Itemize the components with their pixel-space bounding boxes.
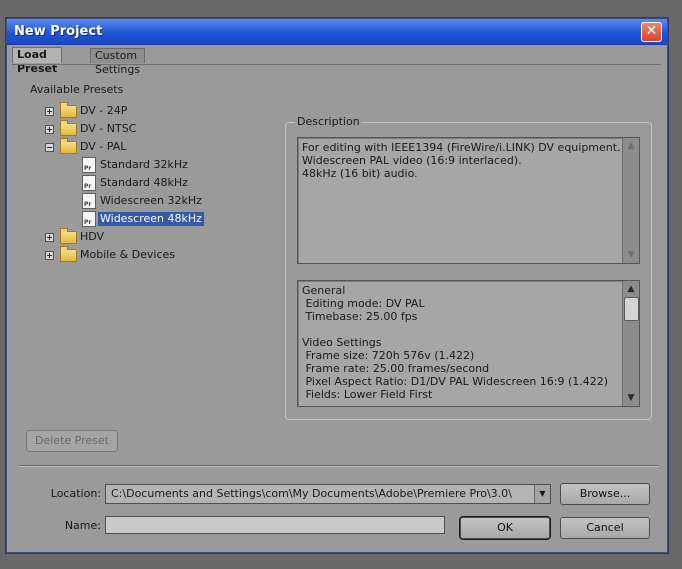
description-scrollbar[interactable]: ▲ ▼: [622, 138, 639, 263]
folder-icon: [60, 120, 77, 136]
expand-icon[interactable]: +: [45, 125, 54, 134]
available-presets-heading: Available Presets: [30, 83, 124, 96]
tree-item-label: DV - PAL: [80, 140, 127, 153]
preset-file-icon: Pr: [82, 211, 96, 227]
settings-scrollbar[interactable]: ▲ ▼: [622, 281, 639, 406]
location-value: C:\Documents and Settings\com\My Documen…: [111, 487, 512, 500]
location-dropdown[interactable]: C:\Documents and Settings\com\My Documen…: [105, 484, 551, 504]
settings-summary-textbox[interactable]: General Editing mode: DV PAL Timebase: 2…: [297, 280, 640, 407]
tree-item-label: Standard 48kHz: [100, 176, 188, 189]
preset-file-icon: Pr: [82, 175, 96, 191]
tree-item-label: Standard 32kHz: [100, 158, 188, 171]
folder-icon: [60, 102, 77, 118]
description-heading: Description: [295, 115, 362, 128]
folder-icon: [60, 138, 77, 154]
chevron-down-icon[interactable]: ▼: [534, 485, 550, 503]
description-textbox[interactable]: For editing with IEEE1394 (FireWire/i.LI…: [297, 137, 640, 264]
preset-file-icon: Pr: [82, 157, 96, 173]
tab-custom-settings[interactable]: Custom Settings: [90, 48, 146, 76]
description-group: Description For editing with IEEE1394 (F…: [285, 115, 652, 420]
title-bar[interactable]: New Project ✕: [7, 19, 667, 45]
tree-item-label: Widescreen 32kHz: [100, 194, 202, 207]
expand-icon[interactable]: +: [45, 233, 54, 242]
name-label: Name:: [64, 519, 101, 532]
scroll-up-icon[interactable]: ▲: [623, 281, 639, 297]
ok-button[interactable]: OK: [460, 517, 550, 539]
tree-item-label-selected: Widescreen 48kHz: [98, 212, 204, 226]
tab-load-preset[interactable]: Load Preset: [12, 47, 63, 75]
cancel-button[interactable]: Cancel: [560, 517, 650, 539]
tree-item-label: DV - 24P: [80, 104, 128, 117]
close-icon[interactable]: ✕: [641, 22, 662, 42]
browse-button[interactable]: Browse...: [560, 483, 650, 505]
dialog-title: New Project: [14, 24, 103, 39]
settings-summary-text: General Editing mode: DV PAL Timebase: 2…: [302, 284, 609, 401]
description-text: For editing with IEEE1394 (FireWire/i.LI…: [302, 141, 621, 180]
tree-item-label: DV - NTSC: [80, 122, 137, 135]
scroll-thumb[interactable]: [624, 297, 639, 321]
preset-file-icon: Pr: [82, 193, 96, 209]
scroll-down-icon[interactable]: ▼: [623, 390, 639, 406]
scroll-down-icon[interactable]: ▼: [623, 247, 639, 263]
expand-icon[interactable]: +: [45, 251, 54, 260]
expand-icon[interactable]: +: [45, 107, 54, 116]
name-input[interactable]: [105, 516, 445, 534]
divider: [19, 465, 659, 467]
scroll-up-icon[interactable]: ▲: [623, 138, 639, 154]
tree-item-label: HDV: [80, 230, 105, 243]
collapse-icon[interactable]: −: [45, 143, 54, 152]
folder-icon: [60, 246, 77, 262]
tree-item-label: Mobile & Devices: [80, 248, 176, 261]
load-preset-panel: Available Presets + DV - 24P + DV - NTSC…: [12, 64, 661, 468]
location-label: Location:: [50, 487, 101, 500]
delete-preset-button[interactable]: Delete Preset: [26, 430, 118, 452]
new-project-dialog: New Project ✕ Load Preset Custom Setting…: [6, 18, 668, 553]
folder-icon: [60, 228, 77, 244]
